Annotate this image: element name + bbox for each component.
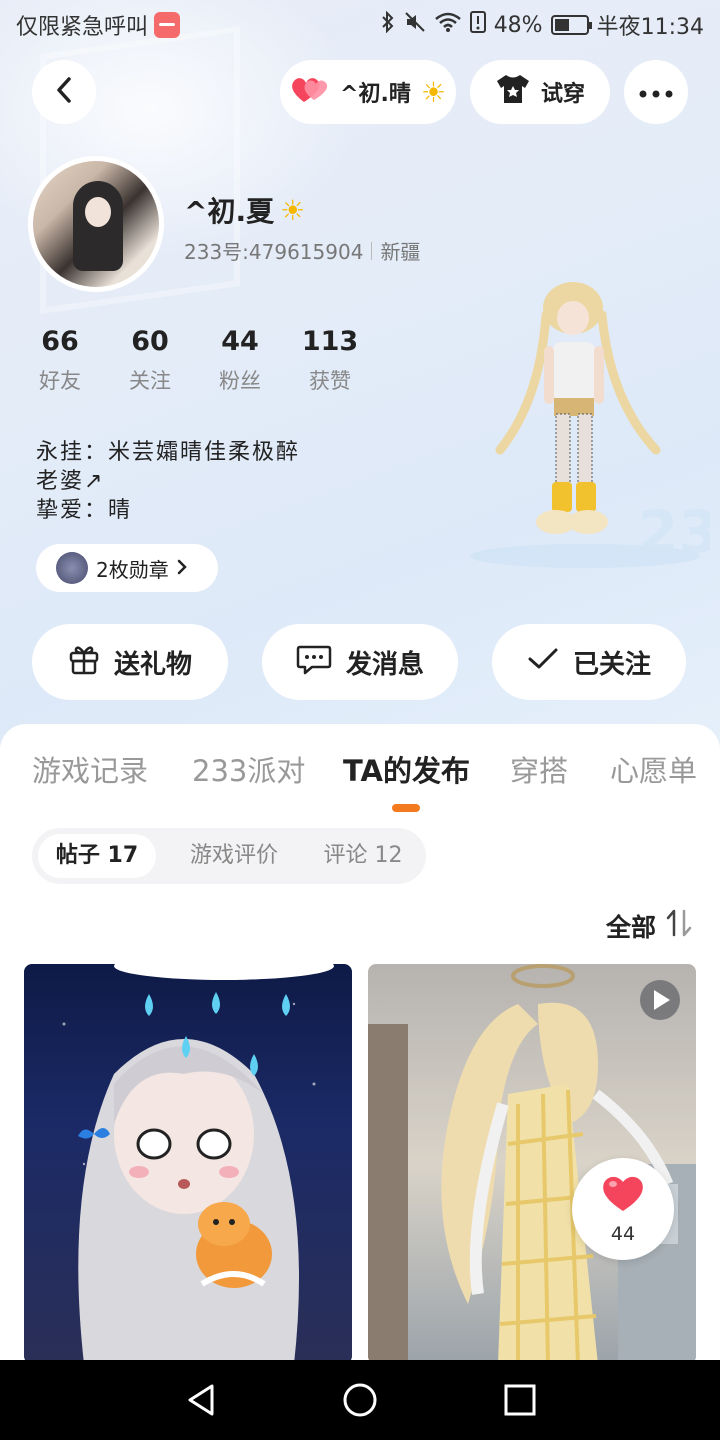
tab-outfits[interactable]: 穿搭	[510, 748, 568, 790]
stat-likes[interactable]: 113 获赞	[285, 326, 375, 395]
stat-value: 113	[301, 326, 359, 357]
heart-icon	[600, 1173, 646, 1217]
nav-recents-button[interactable]	[500, 1380, 540, 1420]
companion-button[interactable]: ^初.晴 ☀	[280, 60, 456, 124]
medal-button[interactable]: 2枚勋章	[36, 544, 218, 592]
tryon-label: 试穿	[540, 82, 585, 107]
stat-label: 粉丝	[219, 369, 261, 393]
stat-value: 44	[221, 326, 259, 357]
tab-posts[interactable]: TA的发布	[343, 748, 470, 790]
companion-name: ^初.晴	[340, 82, 411, 107]
avatar-3d-figure[interactable]: 233	[460, 280, 720, 580]
send-message-button[interactable]: 发消息	[262, 624, 458, 700]
profile-bio: 永挂：米芸孀晴佳柔极醉 老婆↗ 挚爱：晴	[36, 438, 300, 525]
tab-indicator	[392, 804, 420, 812]
stat-value: 60	[131, 326, 169, 357]
medal-icon	[56, 552, 88, 584]
system-navigation-bar	[0, 1360, 720, 1440]
tab-233-party[interactable]: 233派对	[192, 748, 305, 790]
sort-label: 全部	[605, 913, 656, 942]
medal-label: 2枚勋章	[96, 557, 169, 582]
send-message-label: 发消息	[345, 649, 424, 680]
carrier-text: 仅限紧急呼叫	[16, 15, 149, 40]
mute-icon	[404, 11, 426, 39]
nav-back-button[interactable]	[182, 1380, 222, 1420]
stat-value: 66	[41, 326, 79, 357]
send-gift-label: 送礼物	[113, 649, 192, 680]
like-count: 44	[610, 1223, 636, 1245]
segment-comments[interactable]: 评论 12	[308, 834, 418, 878]
tab-bar: 游戏记录 233派对 TA的发布 穿搭 心愿单	[0, 748, 720, 798]
more-button[interactable]	[624, 60, 688, 124]
tshirt-icon	[495, 73, 531, 111]
checkmark-icon	[527, 647, 559, 678]
like-button[interactable]: 44	[572, 1158, 674, 1260]
sort-filter[interactable]: 全部	[606, 908, 692, 944]
bio-line: 挚爱：晴	[36, 498, 133, 523]
sort-icon	[666, 909, 692, 943]
stat-friends[interactable]: 66 好友	[15, 326, 105, 395]
segment-game-reviews[interactable]: 游戏评价	[168, 834, 300, 878]
post-type-segment: 帖子 17 游戏评价 评论 12	[32, 828, 426, 884]
bio-line: 永挂：米芸孀晴佳柔极醉	[36, 440, 301, 465]
profile-id-line: 233号:479615904 新疆	[184, 236, 420, 265]
back-button[interactable]	[32, 60, 96, 124]
sim-alert-icon	[469, 11, 486, 39]
avatar[interactable]	[28, 156, 164, 292]
more-horizontal-icon	[638, 83, 674, 102]
tab-wishlist[interactable]: 心愿单	[610, 748, 697, 790]
double-heart-icon	[290, 74, 330, 110]
followed-label: 已关注	[572, 649, 651, 680]
sun-icon: ☀	[420, 75, 446, 109]
post-card[interactable]	[24, 964, 352, 1364]
chevron-right-icon	[177, 556, 187, 580]
profile-name-text: ^初.夏	[184, 195, 275, 228]
chat-bubble-icon	[296, 643, 332, 682]
profile-location: 新疆	[380, 240, 421, 264]
gift-icon	[68, 643, 100, 682]
tryon-button[interactable]: 试穿	[470, 60, 610, 124]
wifi-icon	[434, 11, 462, 39]
content-panel: 游戏记录 233派对 TA的发布 穿搭 心愿单 帖子 17 游戏评价 评论 12…	[0, 724, 720, 1364]
svg-text:233: 233	[638, 498, 710, 566]
status-bar: 仅限紧急呼叫 48% 半夜11:34	[0, 0, 720, 50]
stat-label: 获赞	[309, 369, 351, 393]
profile-id: 233号:479615904	[184, 240, 364, 264]
chevron-left-icon	[54, 76, 74, 108]
app-notification-icon	[154, 12, 181, 38]
segment-posts[interactable]: 帖子 17	[38, 834, 156, 878]
stat-fans[interactable]: 44 粉丝	[195, 326, 285, 395]
clock: 半夜11:34	[596, 15, 704, 40]
stat-label: 关注	[129, 369, 171, 393]
battery-icon	[550, 15, 592, 35]
tab-game-records[interactable]: 游戏记录	[32, 748, 148, 790]
stat-following[interactable]: 60 关注	[105, 326, 195, 395]
sun-icon: ☀	[280, 193, 306, 227]
profile-name: ^初.夏 ☀	[184, 190, 305, 230]
send-gift-button[interactable]: 送礼物	[32, 624, 228, 700]
followed-button[interactable]: 已关注	[492, 624, 686, 700]
battery-percent: 48%	[493, 12, 543, 38]
bluetooth-icon	[380, 10, 396, 39]
bio-line: 老婆↗	[36, 469, 105, 494]
stat-label: 好友	[39, 369, 81, 393]
nav-home-button[interactable]	[340, 1380, 380, 1420]
